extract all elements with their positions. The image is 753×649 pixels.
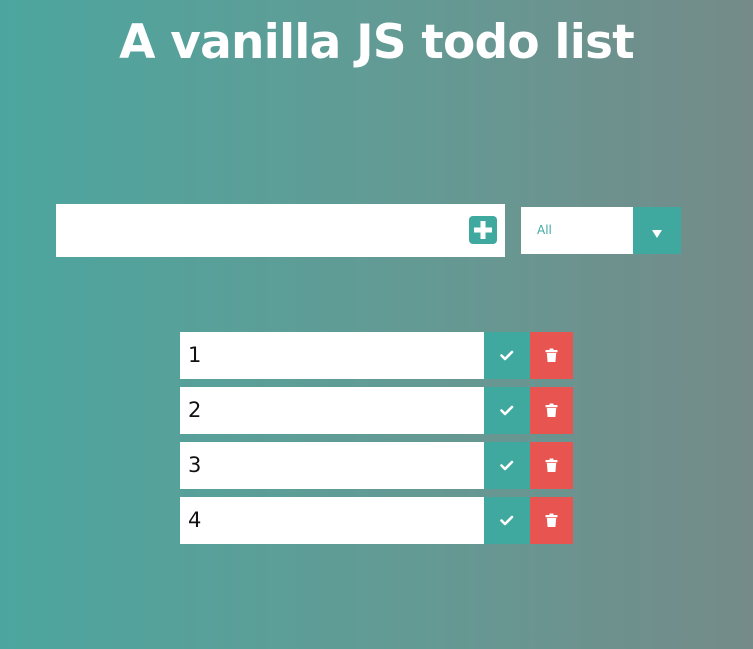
todo-text: 2 xyxy=(188,398,202,422)
delete-button[interactable] xyxy=(530,497,573,544)
delete-button[interactable] xyxy=(530,442,573,489)
todo-item: 4 xyxy=(180,497,573,544)
complete-button[interactable] xyxy=(484,332,530,379)
todo-text: 1 xyxy=(188,343,202,367)
todo-text: 4 xyxy=(188,508,202,532)
trash-icon xyxy=(545,513,558,527)
todo-item: 1 xyxy=(180,332,573,379)
filter-dropdown-button[interactable] xyxy=(633,207,681,254)
check-icon xyxy=(500,460,514,471)
todo-list: 1 2 3 4 xyxy=(180,332,573,552)
delete-button[interactable] xyxy=(530,332,573,379)
complete-button[interactable] xyxy=(484,497,530,544)
add-todo-form xyxy=(56,204,505,257)
todo-text: 3 xyxy=(188,453,202,477)
check-icon xyxy=(500,515,514,526)
todo-item: 3 xyxy=(180,442,573,489)
delete-button[interactable] xyxy=(530,387,573,434)
complete-button[interactable] xyxy=(484,442,530,489)
check-icon xyxy=(500,405,514,416)
filter-selected-value: All xyxy=(537,223,552,237)
plus-square-icon xyxy=(474,221,492,239)
page-title: A vanilla JS todo list xyxy=(119,15,635,70)
filter-select[interactable]: All xyxy=(521,207,681,254)
caret-down-icon xyxy=(652,230,662,238)
trash-icon xyxy=(545,403,558,417)
trash-icon xyxy=(545,348,558,362)
complete-button[interactable] xyxy=(484,387,530,434)
check-icon xyxy=(500,350,514,361)
trash-icon xyxy=(545,458,558,472)
add-todo-button[interactable] xyxy=(469,216,497,244)
todo-input[interactable] xyxy=(56,204,456,257)
todo-item: 2 xyxy=(180,387,573,434)
